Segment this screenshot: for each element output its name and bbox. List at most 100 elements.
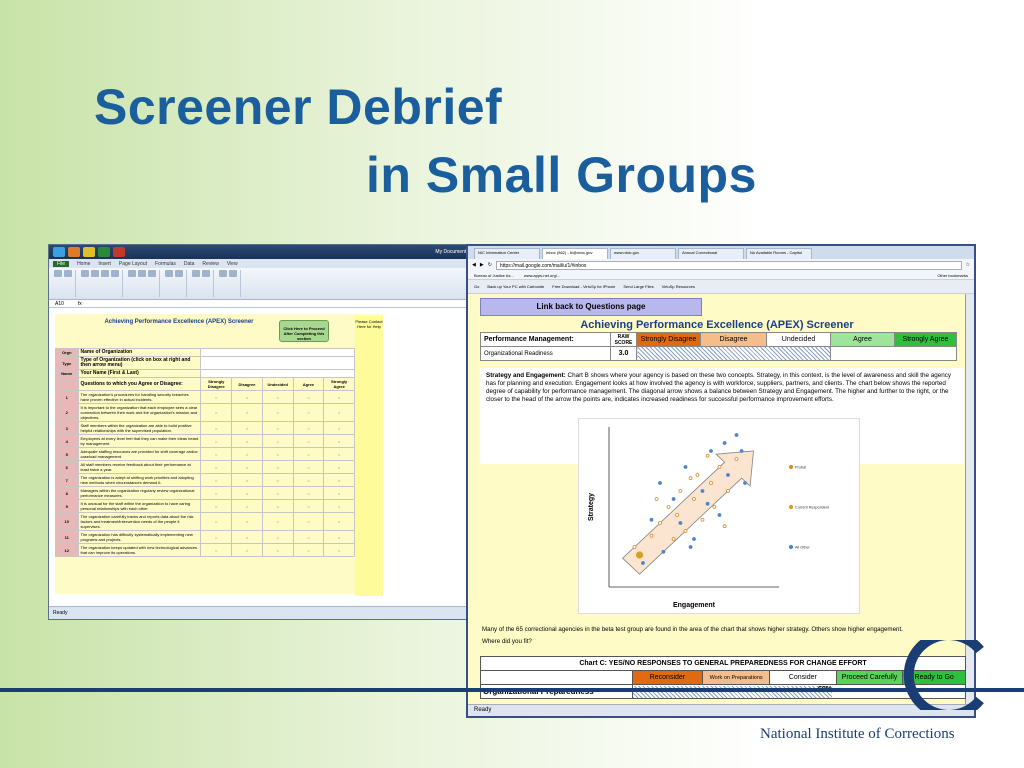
radio-option[interactable]: ○: [261, 447, 294, 461]
radio-option[interactable]: ○: [261, 421, 294, 435]
radio-option[interactable]: ○: [323, 460, 355, 474]
radio-option[interactable]: ○: [231, 512, 263, 531]
radio-option[interactable]: ○: [261, 512, 294, 531]
info-input[interactable]: [200, 348, 355, 357]
tab-file[interactable]: File: [53, 260, 70, 267]
percent-icon[interactable]: [175, 270, 183, 277]
insert-cell-icon[interactable]: [219, 270, 227, 277]
info-input[interactable]: [200, 356, 355, 370]
radio-option[interactable]: ○: [323, 530, 355, 544]
radio-option[interactable]: ○: [292, 434, 325, 448]
italic-icon[interactable]: [91, 270, 99, 277]
tab-insert[interactable]: Insert: [98, 261, 111, 267]
excel-icon[interactable]: [98, 247, 110, 257]
radio-option[interactable]: ○: [261, 473, 294, 487]
link-back-button[interactable]: Link back to Questions page: [480, 298, 702, 316]
delete-cell-icon[interactable]: [229, 270, 237, 277]
browser-tab[interactable]: No Available Rooms - Capitol: [746, 248, 812, 259]
radio-option[interactable]: ○: [323, 473, 355, 487]
toolbar-item[interactable]: VirtuSp Resources: [662, 284, 695, 289]
radio-option[interactable]: ○: [200, 473, 233, 487]
conditional-format-icon[interactable]: [192, 270, 200, 277]
radio-option[interactable]: ○: [323, 390, 355, 404]
cut-icon[interactable]: [64, 270, 72, 277]
radio-option[interactable]: ○: [231, 543, 263, 557]
bookmark-item[interactable]: www.apps-net.org/...: [524, 273, 560, 278]
radio-option[interactable]: ○: [231, 530, 263, 544]
back-icon[interactable]: ◀: [472, 262, 476, 268]
app-icon[interactable]: [68, 247, 80, 257]
radio-option[interactable]: ○: [323, 421, 355, 435]
radio-option[interactable]: ○: [200, 530, 233, 544]
radio-option[interactable]: ○: [292, 460, 325, 474]
forward-icon[interactable]: ▶: [480, 262, 484, 268]
radio-option[interactable]: ○: [200, 543, 233, 557]
tab-formulas[interactable]: Formulas: [155, 261, 176, 267]
radio-option[interactable]: ○: [200, 390, 233, 404]
radio-option[interactable]: ○: [231, 390, 263, 404]
bookmark-item[interactable]: Bureau of Justice As...: [474, 273, 514, 278]
start-button-icon[interactable]: [53, 247, 65, 257]
align-left-icon[interactable]: [128, 270, 136, 277]
radio-option[interactable]: ○: [200, 512, 233, 531]
radio-option[interactable]: ○: [261, 543, 294, 557]
browser-tab-active[interactable]: Inbox (862) - lb@nicic.gov: [542, 248, 608, 259]
other-bookmarks[interactable]: Other bookmarks: [937, 273, 968, 278]
radio-option[interactable]: ○: [323, 512, 355, 531]
radio-option[interactable]: ○: [200, 421, 233, 435]
address-bar[interactable]: https://mail.google.com/mail/u/1/#inbox: [495, 260, 962, 270]
browser-tab[interactable]: Annual Correctional: [678, 248, 744, 259]
radio-option[interactable]: ○: [200, 434, 233, 448]
format-table-icon[interactable]: [202, 270, 210, 277]
radio-option[interactable]: ○: [292, 486, 325, 500]
radio-option[interactable]: ○: [292, 421, 325, 435]
radio-option[interactable]: ○: [231, 486, 263, 500]
radio-option[interactable]: ○: [323, 434, 355, 448]
radio-option[interactable]: ○: [292, 543, 325, 557]
radio-option[interactable]: ○: [231, 421, 263, 435]
radio-option[interactable]: ○: [292, 512, 325, 531]
radio-option[interactable]: ○: [261, 434, 294, 448]
radio-option[interactable]: ○: [200, 486, 233, 500]
ppt-icon[interactable]: [113, 247, 125, 257]
tab-review[interactable]: Review: [202, 261, 218, 267]
radio-option[interactable]: ○: [323, 543, 355, 557]
radio-option[interactable]: ○: [292, 447, 325, 461]
radio-option[interactable]: ○: [200, 403, 233, 422]
font-color-icon[interactable]: [111, 270, 119, 277]
paste-icon[interactable]: [54, 270, 62, 277]
radio-option[interactable]: ○: [292, 499, 325, 513]
tab-home[interactable]: Home: [77, 261, 90, 267]
tab-view[interactable]: View: [227, 261, 238, 267]
toolbar-item[interactable]: Back up Your PC with Carbonite: [487, 284, 544, 289]
star-icon[interactable]: ☆: [966, 262, 970, 268]
radio-option[interactable]: ○: [261, 460, 294, 474]
bold-icon[interactable]: [81, 270, 89, 277]
radio-option[interactable]: ○: [292, 530, 325, 544]
radio-option[interactable]: ○: [200, 447, 233, 461]
radio-option[interactable]: ○: [292, 473, 325, 487]
radio-option[interactable]: ○: [261, 403, 294, 422]
toolbar-go[interactable]: Go: [474, 284, 479, 289]
tab-data[interactable]: Data: [184, 261, 195, 267]
radio-option[interactable]: ○: [323, 486, 355, 500]
radio-option[interactable]: ○: [231, 434, 263, 448]
radio-option[interactable]: ○: [292, 403, 325, 422]
radio-option[interactable]: ○: [231, 403, 263, 422]
info-input[interactable]: [200, 369, 355, 378]
radio-option[interactable]: ○: [323, 403, 355, 422]
folder-icon[interactable]: [83, 247, 95, 257]
toolbar-item[interactable]: Send Large Files: [623, 284, 653, 289]
reload-icon[interactable]: ↻: [488, 262, 492, 268]
align-center-icon[interactable]: [138, 270, 146, 277]
currency-icon[interactable]: [165, 270, 173, 277]
formula-bar[interactable]: A10 fx: [49, 300, 515, 308]
radio-option[interactable]: ○: [323, 499, 355, 513]
toolbar-item[interactable]: Free Download - VirtuSp for iPhone: [552, 284, 615, 289]
browser-tab[interactable]: www.nicic.gov: [610, 248, 676, 259]
radio-option[interactable]: ○: [231, 499, 263, 513]
radio-option[interactable]: ○: [261, 499, 294, 513]
radio-option[interactable]: ○: [261, 390, 294, 404]
name-box[interactable]: A10: [55, 301, 64, 307]
radio-option[interactable]: ○: [261, 486, 294, 500]
